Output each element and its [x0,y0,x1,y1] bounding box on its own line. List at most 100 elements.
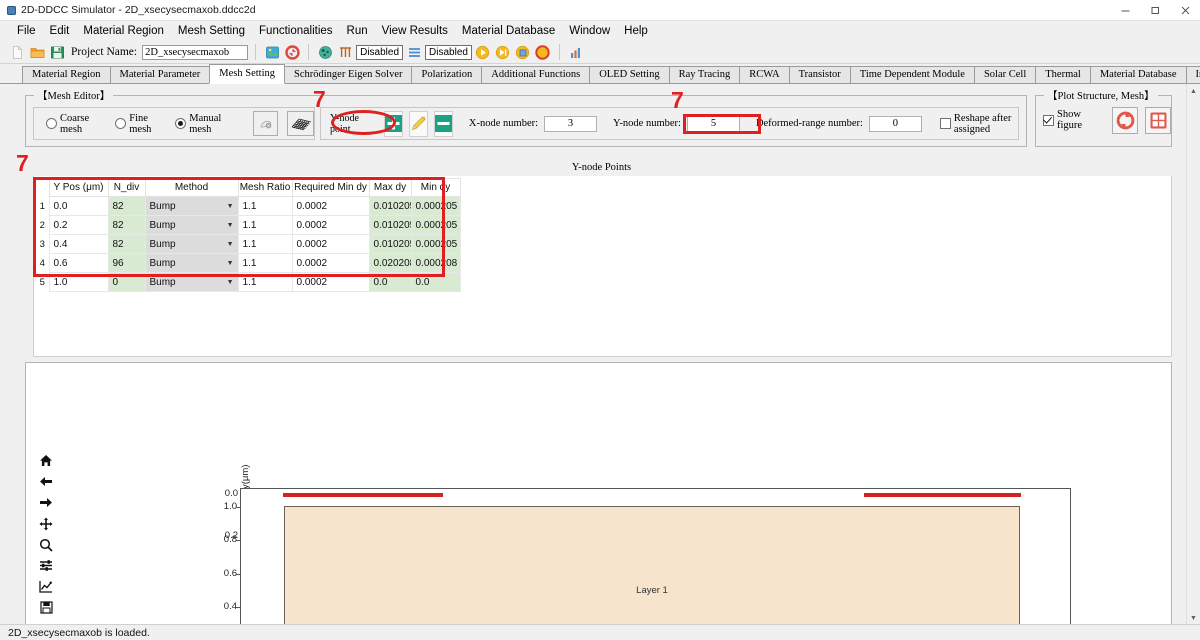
run-icon[interactable] [474,43,492,61]
annotation-number-ynode-button: 7 [313,86,326,112]
grid-plot-button[interactable] [1145,106,1171,134]
refresh-plot-button[interactable] [1112,106,1139,134]
radio-manual-mesh[interactable]: Manual mesh [175,113,238,135]
tab-time-dependent-module[interactable]: Time Dependent Module [849,66,975,83]
menu-help[interactable]: Help [617,23,655,39]
ynode-points-section-title: Y-node Points [33,160,1170,177]
node-tools-panel: Y-node point X-node number: 3 Y-node num… [320,107,1019,140]
show-figure-label: Show figure [1057,109,1083,131]
annotation-ellipse-ynode-button [331,110,396,135]
menu-window[interactable]: Window [562,23,617,39]
annotation-rect-table [33,177,445,277]
maximize-icon[interactable] [1140,0,1170,20]
tab-input-editor[interactable]: Input Editor [1185,66,1200,83]
back-arrow-icon[interactable] [37,474,55,489]
disabled-status-2[interactable]: Disabled [425,44,472,60]
scroll-track[interactable] [1187,97,1200,611]
project-name-input[interactable]: 2D_xsecysecmaxob [142,44,249,60]
radio-coarse-mesh[interactable]: Coarse mesh [46,113,106,135]
scroll-up-arrow-icon[interactable]: ▲ [1187,84,1200,97]
tab-schrodinger-eigen-solver[interactable]: Schrödinger Eigen Solver [284,66,413,83]
content-vertical-scrollbar[interactable]: ▲ ▼ [1186,84,1200,624]
radio-coarse-mesh-label: Coarse mesh [60,112,90,135]
columns-icon[interactable] [336,43,354,61]
radio-fine-mesh[interactable]: Fine mesh [115,113,166,135]
project-name-label: Project Name: [71,46,138,58]
forward-arrow-icon[interactable] [37,495,55,510]
remove-node-button[interactable] [433,110,453,137]
radio-fine-mesh-label: Fine mesh [129,112,152,135]
tab-transistor[interactable]: Transistor [788,66,851,83]
menu-run[interactable]: Run [340,23,375,39]
title-bar: 2D-DDCC Simulator - 2D_xsecysecmaxob.ddc… [0,0,1200,21]
mesh-mode-panel: Coarse mesh Fine mesh Manual mesh [33,107,315,140]
pan-move-icon[interactable] [37,516,55,531]
tab-material-region[interactable]: Material Region [22,66,111,83]
close-icon[interactable] [1170,0,1200,20]
deformed-range-input[interactable]: 0 [868,115,922,132]
plot-structure-group-title: 【Plot Structure, Mesh】 [1044,88,1158,103]
tab-solar-cell[interactable]: Solar Cell [973,66,1037,83]
gear-mesh-button[interactable] [253,111,279,136]
tab-material-database[interactable]: Material Database [1089,66,1187,83]
menu-material-database[interactable]: Material Database [455,23,562,39]
save-figure-icon[interactable] [37,600,55,615]
grid-mesh-button[interactable] [287,111,314,136]
menu-file[interactable]: File [10,23,43,39]
reshape-after-assigned-checkbox[interactable]: Reshape after assigned [939,113,1018,135]
disabled-status-1[interactable]: Disabled [356,44,404,60]
tab-polarization[interactable]: Polarization [411,66,483,83]
annotation-number-table: 7 [16,150,29,176]
home-icon[interactable] [37,453,55,468]
plot-panel: y(μm) 0.0 0.2 Layer 1 0.0 0.2 0.4 0.6 0.… [25,362,1172,624]
zoom-magnifier-icon[interactable] [37,537,55,552]
menu-mesh-setting[interactable]: Mesh Setting [171,23,252,39]
cell-method-value: Bump [149,276,176,288]
y-tickmark [236,540,240,541]
configure-subplots-icon[interactable] [37,558,55,573]
show-figure-checkbox[interactable]: Show figure [1043,109,1105,131]
tab-additional-functions[interactable]: Additional Functions [481,66,591,83]
y-node-number-label: Y-node number: [613,118,681,129]
main-toolbar: Project Name: 2D_xsecysecmaxob Disabled … [0,41,1200,64]
radio-fine-mesh-indicator [115,118,127,129]
tab-material-parameter[interactable]: Material Parameter [109,66,211,83]
list-icon[interactable] [405,43,423,61]
grid-icon [1150,112,1167,128]
tab-rcwa[interactable]: RCWA [739,66,790,83]
refresh-icon[interactable] [283,43,301,61]
open-folder-icon[interactable] [28,43,46,61]
app-logo-icon [7,5,16,15]
mesh-globe-icon[interactable] [316,43,334,61]
toolbar-divider-1 [255,44,257,60]
gear-icon [260,120,271,128]
run-step-icon[interactable] [494,43,512,61]
radio-manual-mesh-label: Manual mesh [189,112,222,135]
new-file-icon[interactable] [8,43,26,61]
menu-functionalities[interactable]: Functionalities [252,23,340,39]
minimize-icon[interactable] [1110,0,1140,20]
run-batch-icon[interactable] [514,43,532,61]
radio-manual-mesh-indicator [175,118,187,129]
chart-icon[interactable] [567,43,585,61]
tab-mesh-setting[interactable]: Mesh Setting [209,64,285,84]
edit-curves-icon[interactable] [37,579,55,594]
menu-material-region[interactable]: Material Region [76,23,171,39]
scroll-down-arrow-icon[interactable]: ▼ [1187,611,1200,624]
tab-thermal[interactable]: Thermal [1035,66,1091,83]
x-node-number-input[interactable]: 3 [544,115,597,132]
menu-edit[interactable]: Edit [43,23,77,39]
stop-icon[interactable] [534,43,552,61]
save-icon[interactable] [48,43,66,61]
contact-left [283,493,443,497]
edit-node-button[interactable] [408,110,428,137]
refresh-icon [1116,111,1135,129]
plot-structure-group: 【Plot Structure, Mesh】 Show figure [1035,88,1172,147]
menu-view-results[interactable]: View Results [375,23,455,39]
structure-icon[interactable] [263,43,281,61]
y-tick-5: 1.0 [223,501,237,512]
tab-ray-tracing[interactable]: Ray Tracing [668,66,741,83]
tab-oled-setting[interactable]: OLED Setting [589,66,670,83]
window-controls [1110,0,1200,20]
reshape-checkbox-indicator [939,118,951,129]
